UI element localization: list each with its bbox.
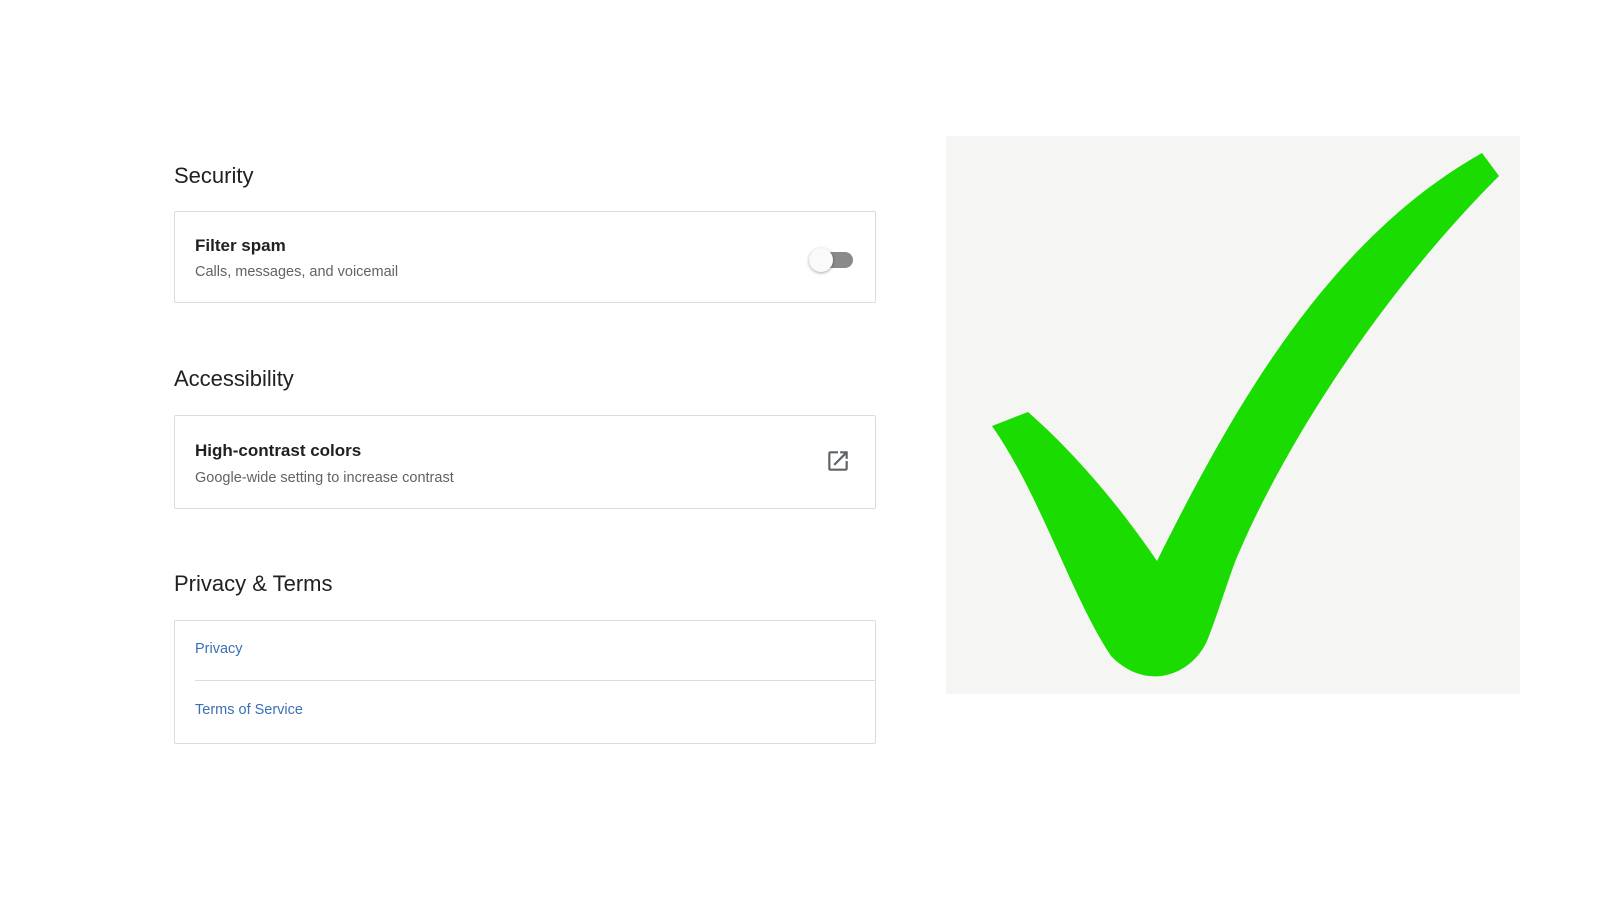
filter-spam-subtitle: Calls, messages, and voicemail: [195, 264, 399, 280]
divider: [195, 680, 875, 681]
security-heading: Security: [174, 163, 254, 188]
terms-of-service-link[interactable]: Terms of Service: [195, 702, 303, 718]
high-contrast-title: High-contrast colors: [195, 441, 362, 460]
high-contrast-subtitle: Google-wide setting to increase contrast: [195, 470, 454, 486]
accessibility-heading: Accessibility: [174, 366, 294, 391]
toggle-thumb: [809, 248, 833, 272]
filter-spam-toggle[interactable]: [809, 248, 855, 272]
filter-spam-row[interactable]: Filter spam Calls, messages, and voicema…: [175, 212, 875, 304]
privacy-row: Privacy: [175, 621, 875, 681]
filter-spam-card: Filter spam Calls, messages, and voicema…: [174, 211, 876, 303]
open-in-new-icon[interactable]: [825, 448, 851, 474]
privacy-terms-card: Privacy Terms of Service: [174, 620, 876, 744]
privacy-link[interactable]: Privacy: [195, 641, 243, 657]
checkmark-panel: [946, 136, 1520, 694]
checkmark-icon: [992, 153, 1499, 677]
terms-row: Terms of Service: [175, 682, 875, 742]
high-contrast-row[interactable]: High-contrast colors Google-wide setting…: [175, 416, 875, 510]
filter-spam-title: Filter spam: [195, 236, 286, 255]
high-contrast-card: High-contrast colors Google-wide setting…: [174, 415, 876, 509]
privacy-terms-heading: Privacy & Terms: [174, 571, 333, 596]
